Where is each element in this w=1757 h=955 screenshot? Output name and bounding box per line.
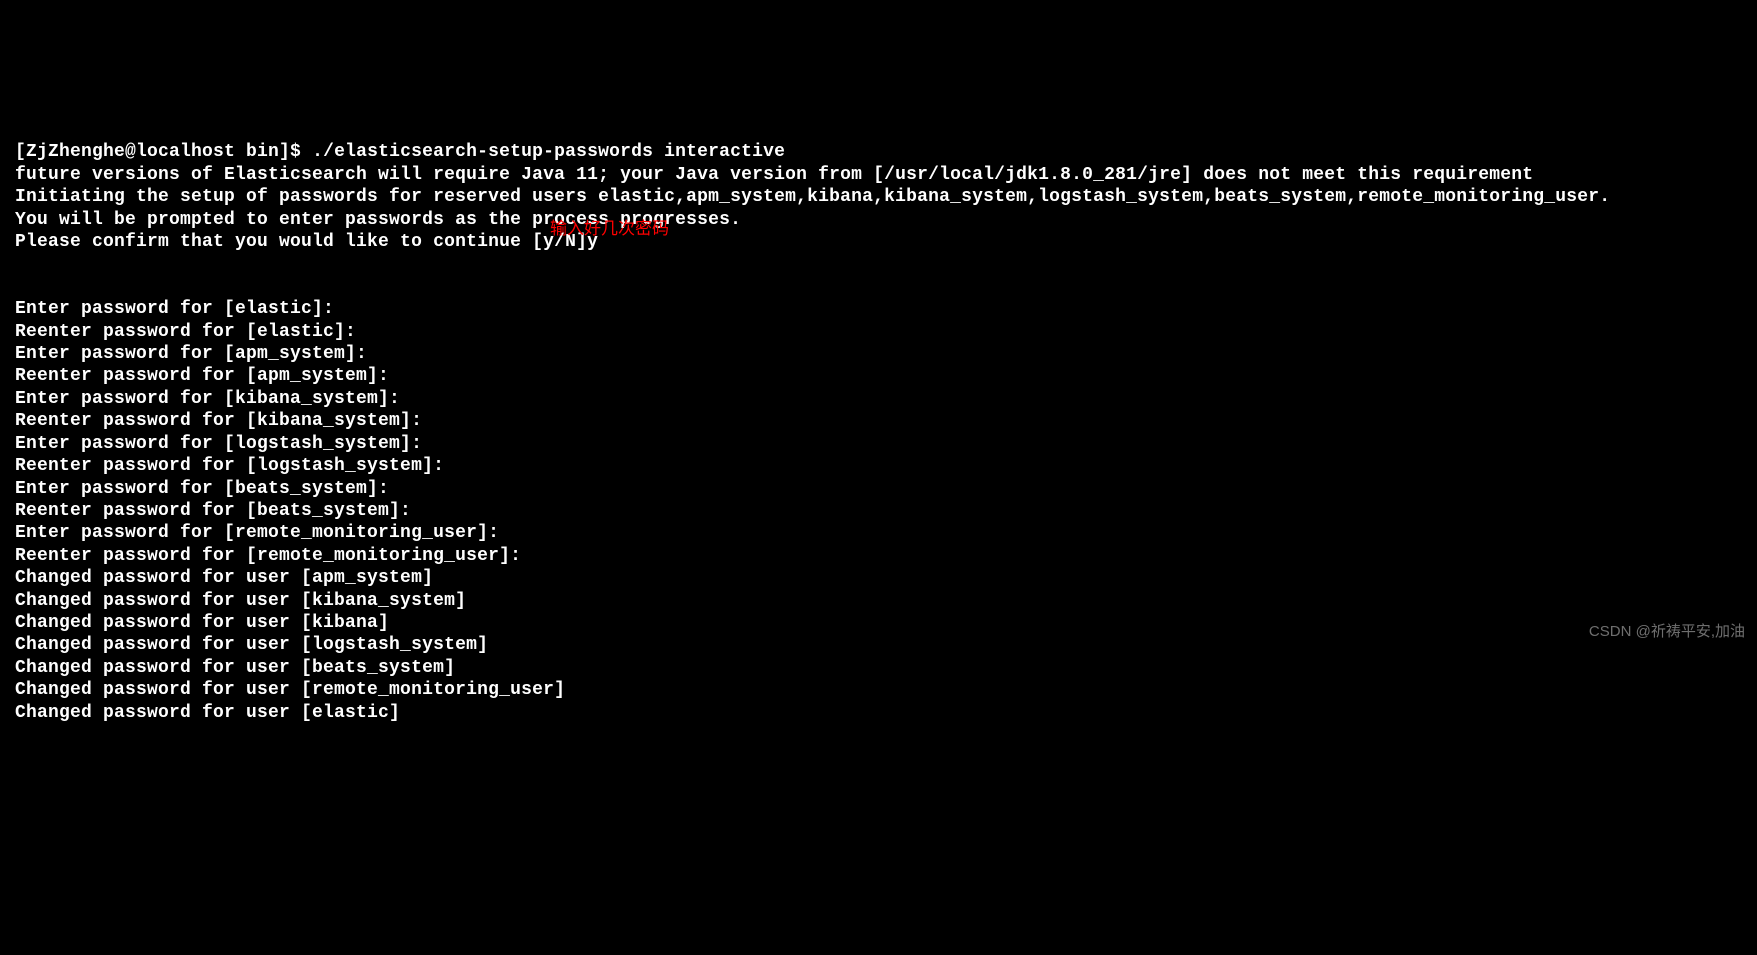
- output-line: Please confirm that you would like to co…: [15, 231, 1742, 253]
- output-line: Changed password for user [beats_system]: [15, 657, 1742, 679]
- output-line: You will be prompted to enter passwords …: [15, 209, 1742, 231]
- output-line: Reenter password for [kibana_system]:: [15, 410, 1742, 432]
- output-line: Changed password for user [logstash_syst…: [15, 634, 1742, 656]
- command-text: ./elasticsearch-setup-passwords interact…: [312, 142, 785, 162]
- output-line: Enter password for [beats_system]:: [15, 478, 1742, 500]
- output-line: [15, 276, 1742, 298]
- output-line: Enter password for [elastic]:: [15, 298, 1742, 320]
- annotation-text: 输入好几次密码: [550, 218, 669, 240]
- output-line: Reenter password for [apm_system]:: [15, 365, 1742, 387]
- output-line: Reenter password for [beats_system]:: [15, 500, 1742, 522]
- output-line: Reenter password for [remote_monitoring_…: [15, 545, 1742, 567]
- output-line: Changed password for user [remote_monito…: [15, 679, 1742, 701]
- output-line: Enter password for [kibana_system]:: [15, 388, 1742, 410]
- terminal-window[interactable]: [ZjZhenghe@localhost bin]$ ./elasticsear…: [0, 90, 1757, 754]
- output-line: Changed password for user [elastic]: [15, 702, 1742, 724]
- output-line: Changed password for user [kibana_system…: [15, 590, 1742, 612]
- output-line: Reenter password for [logstash_system]:: [15, 455, 1742, 477]
- output-line: Enter password for [remote_monitoring_us…: [15, 522, 1742, 544]
- command-line: [ZjZhenghe@localhost bin]$ ./elasticsear…: [15, 141, 1742, 163]
- output-line: Changed password for user [kibana]: [15, 612, 1742, 634]
- watermark-text: CSDN @祈祷平安,加油: [1589, 621, 1745, 643]
- shell-prompt: [ZjZhenghe@localhost bin]$: [15, 142, 312, 162]
- output-line: Enter password for [logstash_system]:: [15, 433, 1742, 455]
- output-line: [15, 253, 1742, 275]
- output-line: Enter password for [apm_system]:: [15, 343, 1742, 365]
- output-line: Initiating the setup of passwords for re…: [15, 186, 1742, 208]
- output-line: Changed password for user [apm_system]: [15, 567, 1742, 589]
- output-line: future versions of Elasticsearch will re…: [15, 164, 1742, 186]
- output-line: Reenter password for [elastic]:: [15, 321, 1742, 343]
